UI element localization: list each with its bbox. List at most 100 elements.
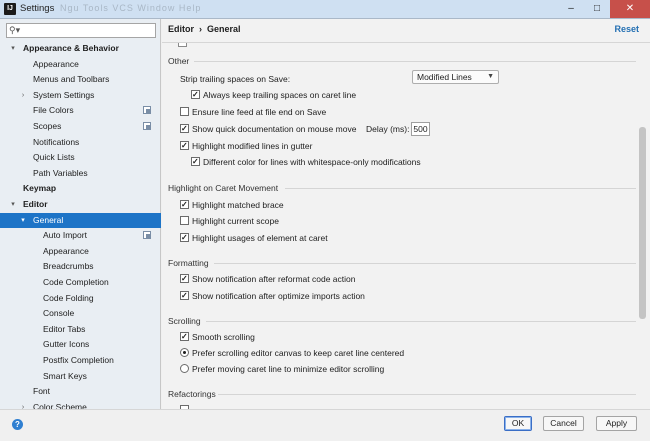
ensure-line-feed-label: Ensure line feed at file end on Save: [192, 107, 327, 117]
sidebar-item[interactable]: › System Settings: [0, 88, 161, 103]
sidebar-item[interactable]: Appearance: [0, 244, 161, 259]
section-divider: [214, 263, 636, 264]
sidebar-item-label: Path Variables: [33, 167, 88, 178]
minimize-button[interactable]: –: [558, 0, 584, 18]
different-color-checkbox[interactable]: [191, 156, 200, 167]
sidebar-item[interactable]: Smart Keys: [0, 369, 161, 384]
section-scrolling: Scrolling: [168, 316, 201, 326]
search-input[interactable]: [27, 25, 151, 36]
sidebar-item[interactable]: Quick Lists: [0, 150, 161, 165]
prefer-caret-radio[interactable]: [180, 364, 189, 373]
quick-doc-label: Show quick documentation on mouse move: [192, 124, 357, 134]
sidebar-item-label: System Settings: [33, 89, 95, 100]
sidebar-item[interactable]: Breadcrumbs: [0, 259, 161, 274]
usages-label: Highlight usages of element at caret: [192, 233, 328, 243]
sidebar-item[interactable]: Menus and Toolbars: [0, 72, 161, 87]
options-scroll-area[interactable]: Other Strip trailing spaces on Save: Mod…: [162, 43, 650, 409]
ensure-line-feed-checkbox[interactable]: [180, 107, 189, 116]
strip-spaces-value: Modified Lines: [417, 72, 472, 82]
section-refactorings: Refactorings: [168, 389, 216, 399]
background-menu-text: Ngu Tools VCS Window Help: [60, 3, 202, 13]
keep-trailing-label: Always keep trailing spaces on caret lin…: [203, 90, 357, 100]
sidebar-item-label: File Colors: [33, 105, 74, 116]
sidebar-item[interactable]: ▾ Appearance & Behavior: [0, 41, 161, 56]
sidebar-item-label: Appearance: [33, 58, 79, 69]
current-scope-checkbox[interactable]: [180, 216, 189, 225]
section-divider: [194, 61, 636, 62]
sidebar-item[interactable]: Console: [0, 306, 161, 321]
ok-button[interactable]: OK: [504, 416, 532, 431]
after-optimize-checkbox[interactable]: [180, 290, 189, 301]
sidebar-item[interactable]: ▾ General: [0, 212, 161, 228]
section-divider: [285, 188, 636, 189]
sidebar-item[interactable]: Postfix Completion: [0, 353, 161, 368]
expand-arrow-icon[interactable]: ▾: [9, 41, 17, 56]
sidebar-item[interactable]: Gutter Icons: [0, 337, 161, 352]
project-level-icon: [143, 122, 151, 130]
sidebar-item-label: Postfix Completion: [43, 355, 114, 365]
breadcrumb-editor[interactable]: Editor: [168, 24, 194, 34]
sidebar-item[interactable]: Path Variables: [0, 166, 161, 181]
sidebar-item-label: Auto Import: [43, 230, 87, 241]
matched-brace-label: Highlight matched brace: [192, 200, 284, 210]
vertical-scrollbar[interactable]: [639, 127, 646, 319]
maximize-button[interactable]: □: [584, 0, 610, 18]
highlight-modified-label: Highlight modified lines in gutter: [192, 141, 313, 151]
title-bar: IJ Settings Ngu Tools VCS Window Help – …: [0, 0, 650, 19]
sidebar-item[interactable]: Keymap: [0, 181, 161, 196]
sidebar-item[interactable]: Notifications: [0, 135, 161, 150]
cancel-button[interactable]: Cancel: [543, 416, 584, 431]
quick-doc-checkbox[interactable]: [180, 123, 189, 134]
keep-trailing-checkbox[interactable]: [191, 89, 200, 100]
sidebar-item[interactable]: ▾ Editor: [0, 197, 161, 212]
sidebar-item[interactable]: Auto Import: [0, 228, 161, 243]
sidebar-item-label: Editor: [23, 199, 48, 209]
strip-spaces-dropdown[interactable]: Modified Lines ▼: [412, 70, 499, 84]
close-button[interactable]: ✕: [610, 0, 650, 18]
expand-arrow-icon[interactable]: ▾: [9, 197, 17, 212]
smooth-scrolling-label: Smooth scrolling: [192, 332, 255, 342]
breadcrumb: Editor › General: [168, 24, 241, 34]
smooth-scrolling-checkbox[interactable]: [180, 331, 189, 342]
sidebar-item-label: Console: [43, 308, 75, 319]
apply-button[interactable]: Apply: [596, 416, 637, 431]
section-caret-movement: Highlight on Caret Movement: [168, 183, 279, 193]
sidebar-item[interactable]: Code Folding: [0, 291, 161, 306]
sidebar-item-label: Smart Keys: [43, 370, 87, 381]
after-reformat-label: Show notification after reformat code ac…: [192, 274, 356, 284]
different-color-label: Different color for lines with whitespac…: [203, 157, 421, 167]
usages-checkbox[interactable]: [180, 232, 189, 243]
project-level-icon: [143, 106, 151, 115]
clipped-checkbox: [178, 43, 187, 47]
prefer-canvas-radio[interactable]: [180, 348, 189, 357]
settings-sidebar: ⚲▾ ▾ Appearance & Behavior Appearance Menus…: [0, 19, 161, 412]
settings-content: Editor › General Reset Other Strip trailin…: [162, 19, 650, 409]
sidebar-item-label: Appearance: [43, 245, 89, 256]
help-button[interactable]: ?: [12, 419, 23, 430]
after-reformat-checkbox[interactable]: [180, 273, 189, 284]
expand-arrow-icon[interactable]: ▾: [19, 213, 27, 228]
sidebar-item[interactable]: Font: [0, 384, 161, 399]
delay-input[interactable]: 500: [411, 122, 430, 136]
current-scope-label: Highlight current scope: [192, 216, 279, 226]
search-box[interactable]: ⚲▾: [6, 23, 156, 38]
sidebar-item-label: Code Folding: [43, 292, 94, 303]
sidebar-item[interactable]: Editor Tabs: [0, 322, 161, 337]
delay-label: Delay (ms):: [366, 124, 410, 134]
dialog-footer: ? OK Cancel Apply: [0, 409, 650, 441]
matched-brace-checkbox[interactable]: [180, 199, 189, 210]
sidebar-item-label: Breadcrumbs: [43, 261, 94, 272]
breadcrumb-separator: ›: [199, 24, 202, 34]
reset-link[interactable]: Reset: [614, 24, 639, 34]
sidebar-item[interactable]: Code Completion: [0, 275, 161, 290]
collapse-arrow-icon[interactable]: ›: [19, 88, 27, 103]
sidebar-item[interactable]: Appearance: [0, 57, 161, 72]
sidebar-item[interactable]: File Colors: [0, 103, 161, 118]
sidebar-item-label: Font: [33, 386, 51, 397]
sidebar-item-label: Gutter Icons: [43, 339, 90, 350]
highlight-modified-checkbox[interactable]: [180, 140, 189, 151]
sidebar-item-label: Keymap: [23, 183, 57, 194]
breadcrumb-general: General: [207, 24, 241, 34]
sidebar-item-label: Menus and Toolbars: [33, 74, 110, 85]
sidebar-item[interactable]: Scopes: [0, 119, 161, 134]
